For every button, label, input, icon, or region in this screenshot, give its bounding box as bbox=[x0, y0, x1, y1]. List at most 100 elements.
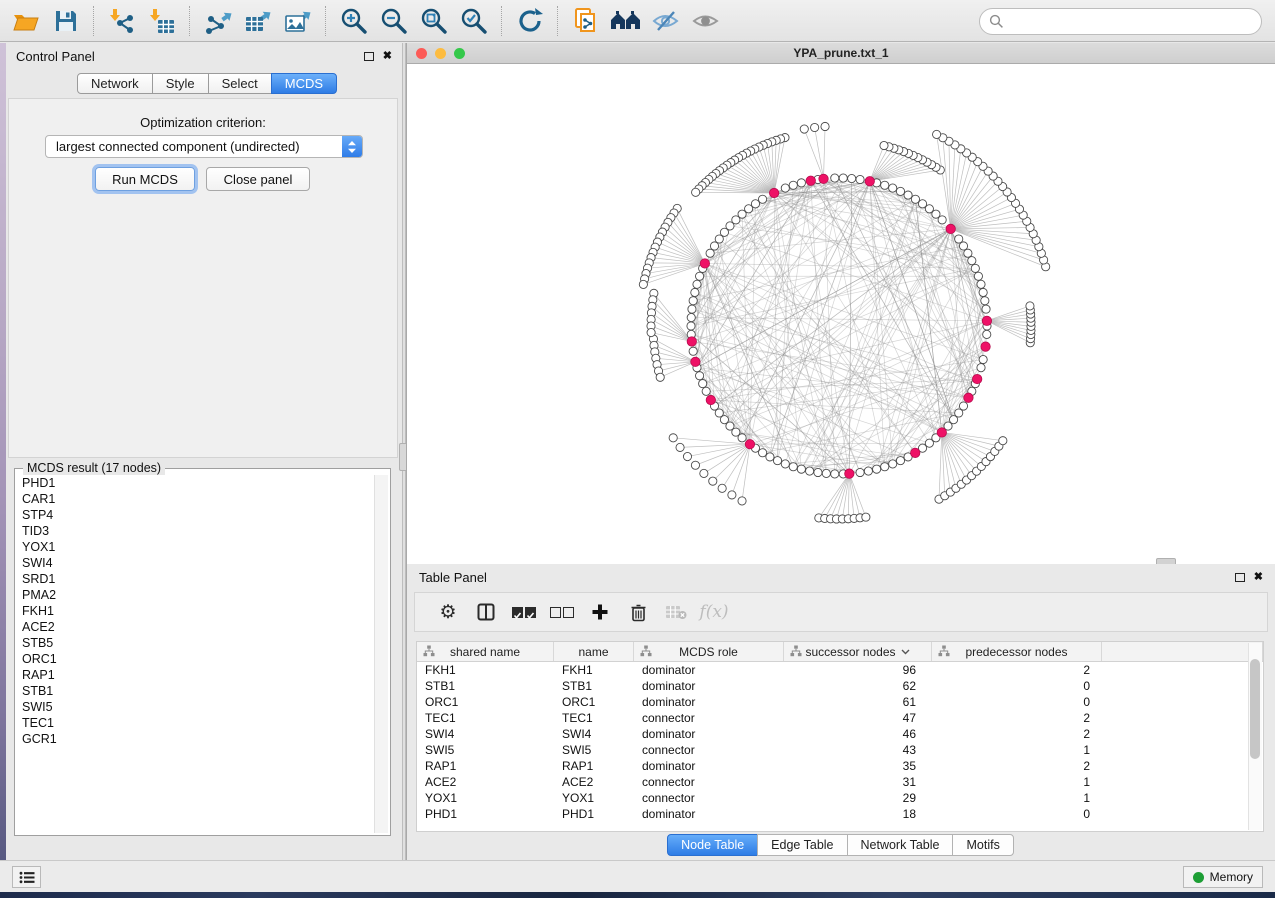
run-mcds-button[interactable]: Run MCDS bbox=[95, 167, 195, 191]
mcds-result-item[interactable]: GCR1 bbox=[22, 731, 374, 747]
function-builder-button[interactable]: f(x) bbox=[695, 596, 733, 628]
network-canvas[interactable] bbox=[407, 64, 1275, 564]
network-graph bbox=[407, 64, 1275, 564]
delete-columns-button[interactable] bbox=[619, 596, 657, 628]
table-settings-button[interactable]: ⚙ bbox=[429, 596, 467, 628]
first-neighbors-button[interactable] bbox=[606, 3, 646, 39]
export-image-button[interactable] bbox=[278, 3, 318, 39]
table-row[interactable]: STB1STB1dominator620 bbox=[417, 678, 1263, 694]
zoom-out-button[interactable] bbox=[374, 3, 414, 39]
toolbar-separator bbox=[501, 6, 503, 36]
column-header-shared-name[interactable]: shared name bbox=[417, 642, 554, 661]
table-cell: 0 bbox=[932, 807, 1102, 821]
mcds-panel: Optimization criterion: largest connecte… bbox=[8, 98, 398, 458]
close-table-panel-button[interactable]: ✖ bbox=[1254, 572, 1263, 583]
fit-content-button[interactable] bbox=[414, 3, 454, 39]
deselect-all-button[interactable] bbox=[543, 596, 581, 628]
delete-table-icon bbox=[665, 604, 687, 620]
select-stepper-icon bbox=[342, 136, 362, 157]
mcds-result-item[interactable]: SRD1 bbox=[22, 571, 374, 587]
zoom-out-icon bbox=[380, 7, 408, 35]
table-row[interactable]: PHD1PHD1dominator180 bbox=[417, 806, 1263, 822]
table-row[interactable]: ACE2ACE2connector311 bbox=[417, 774, 1263, 790]
table-row[interactable]: SWI5SWI5connector431 bbox=[417, 742, 1263, 758]
plus-icon bbox=[591, 603, 609, 621]
tab-select[interactable]: Select bbox=[208, 73, 272, 94]
mcds-result-item[interactable]: SWI5 bbox=[22, 699, 374, 715]
table-cell: connector bbox=[634, 711, 784, 725]
deselect-all-icon bbox=[550, 607, 574, 618]
import-network-icon bbox=[108, 7, 136, 35]
table-scrollbar[interactable] bbox=[1248, 643, 1262, 830]
table-row[interactable]: YOX1YOX1connector291 bbox=[417, 790, 1263, 806]
search-input[interactable] bbox=[1004, 12, 1261, 32]
memory-button[interactable]: Memory bbox=[1183, 866, 1263, 888]
mcds-result-item[interactable]: STB1 bbox=[22, 683, 374, 699]
tab-network-table[interactable]: Network Table bbox=[847, 834, 954, 856]
tab-network[interactable]: Network bbox=[77, 73, 153, 94]
tab-style[interactable]: Style bbox=[152, 73, 209, 94]
table-row[interactable]: ORC1ORC1dominator610 bbox=[417, 694, 1263, 710]
mcds-result-item[interactable]: TID3 bbox=[22, 523, 374, 539]
hide-selected-button[interactable] bbox=[646, 3, 686, 39]
table-row[interactable]: FKH1FKH1dominator962 bbox=[417, 662, 1263, 678]
criterion-selected-value: largest connected component (undirected) bbox=[46, 139, 342, 154]
table-cell: 0 bbox=[932, 695, 1102, 709]
show-panels-button[interactable] bbox=[12, 866, 41, 888]
zoom-in-button[interactable] bbox=[334, 3, 374, 39]
mcds-result-item[interactable]: YOX1 bbox=[22, 539, 374, 555]
mcds-result-item[interactable]: RAP1 bbox=[22, 667, 374, 683]
tab-mcds[interactable]: MCDS bbox=[271, 73, 337, 94]
add-column-button[interactable] bbox=[581, 596, 619, 628]
mcds-result-item[interactable]: PMA2 bbox=[22, 587, 374, 603]
float-table-panel-button[interactable] bbox=[1235, 573, 1245, 582]
table-cell: RAP1 bbox=[554, 759, 634, 773]
mcds-result-item[interactable]: ORC1 bbox=[22, 651, 374, 667]
open-session-button[interactable] bbox=[6, 3, 46, 39]
table-cell: dominator bbox=[634, 727, 784, 741]
mcds-result-scrollbar[interactable] bbox=[374, 475, 388, 833]
close-panel-button-mcds[interactable]: Close panel bbox=[206, 167, 310, 191]
apply-layout-button[interactable] bbox=[510, 3, 550, 39]
mcds-result-item[interactable]: SWI4 bbox=[22, 555, 374, 571]
mcds-result-item[interactable]: FKH1 bbox=[22, 603, 374, 619]
delete-table-button[interactable] bbox=[657, 596, 695, 628]
first-neighbors-icon bbox=[610, 8, 642, 34]
table-row[interactable]: SWI4SWI4dominator462 bbox=[417, 726, 1263, 742]
new-network-from-selection-button[interactable] bbox=[566, 3, 606, 39]
mcds-result-item[interactable]: PHD1 bbox=[22, 475, 374, 491]
save-session-button[interactable] bbox=[46, 3, 86, 39]
column-label: name bbox=[578, 645, 608, 659]
tab-edge-table[interactable]: Edge Table bbox=[757, 834, 847, 856]
table-row[interactable]: RAP1RAP1dominator352 bbox=[417, 758, 1263, 774]
table-row[interactable]: TEC1TEC1connector472 bbox=[417, 710, 1263, 726]
mcds-result-item[interactable]: CAR1 bbox=[22, 491, 374, 507]
mcds-result-item[interactable]: TEC1 bbox=[22, 715, 374, 731]
export-table-button[interactable] bbox=[238, 3, 278, 39]
float-panel-button[interactable] bbox=[364, 52, 374, 61]
import-table-button[interactable] bbox=[142, 3, 182, 39]
column-header-predecessor-nodes[interactable]: predecessor nodes bbox=[932, 642, 1102, 661]
select-all-button[interactable] bbox=[505, 596, 543, 628]
mcds-result-item[interactable]: STB5 bbox=[22, 635, 374, 651]
column-header-successor-nodes[interactable]: successor nodes bbox=[784, 642, 932, 661]
toolbar-separator bbox=[557, 6, 559, 36]
table-cell: dominator bbox=[634, 663, 784, 677]
tab-node-table[interactable]: Node Table bbox=[667, 834, 758, 856]
mcds-result-item[interactable]: ACE2 bbox=[22, 619, 374, 635]
table-cell: 35 bbox=[784, 759, 932, 773]
export-network-button[interactable] bbox=[198, 3, 238, 39]
mcds-result-item[interactable]: STP4 bbox=[22, 507, 374, 523]
table-cell: SWI5 bbox=[554, 743, 634, 757]
tab-motifs[interactable]: Motifs bbox=[952, 834, 1013, 856]
column-header-MCDS-role[interactable]: MCDS role bbox=[634, 642, 784, 661]
export-table-icon bbox=[243, 7, 273, 35]
close-panel-button[interactable]: ✖ bbox=[383, 51, 392, 62]
zoom-selected-button[interactable] bbox=[454, 3, 494, 39]
import-network-button[interactable] bbox=[102, 3, 142, 39]
table-scrollbar-thumb[interactable] bbox=[1250, 659, 1260, 759]
show-hide-columns-button[interactable] bbox=[467, 596, 505, 628]
criterion-select[interactable]: largest connected component (undirected) bbox=[45, 135, 363, 158]
column-header-name[interactable]: name bbox=[554, 642, 634, 661]
show-all-button[interactable] bbox=[686, 3, 726, 39]
